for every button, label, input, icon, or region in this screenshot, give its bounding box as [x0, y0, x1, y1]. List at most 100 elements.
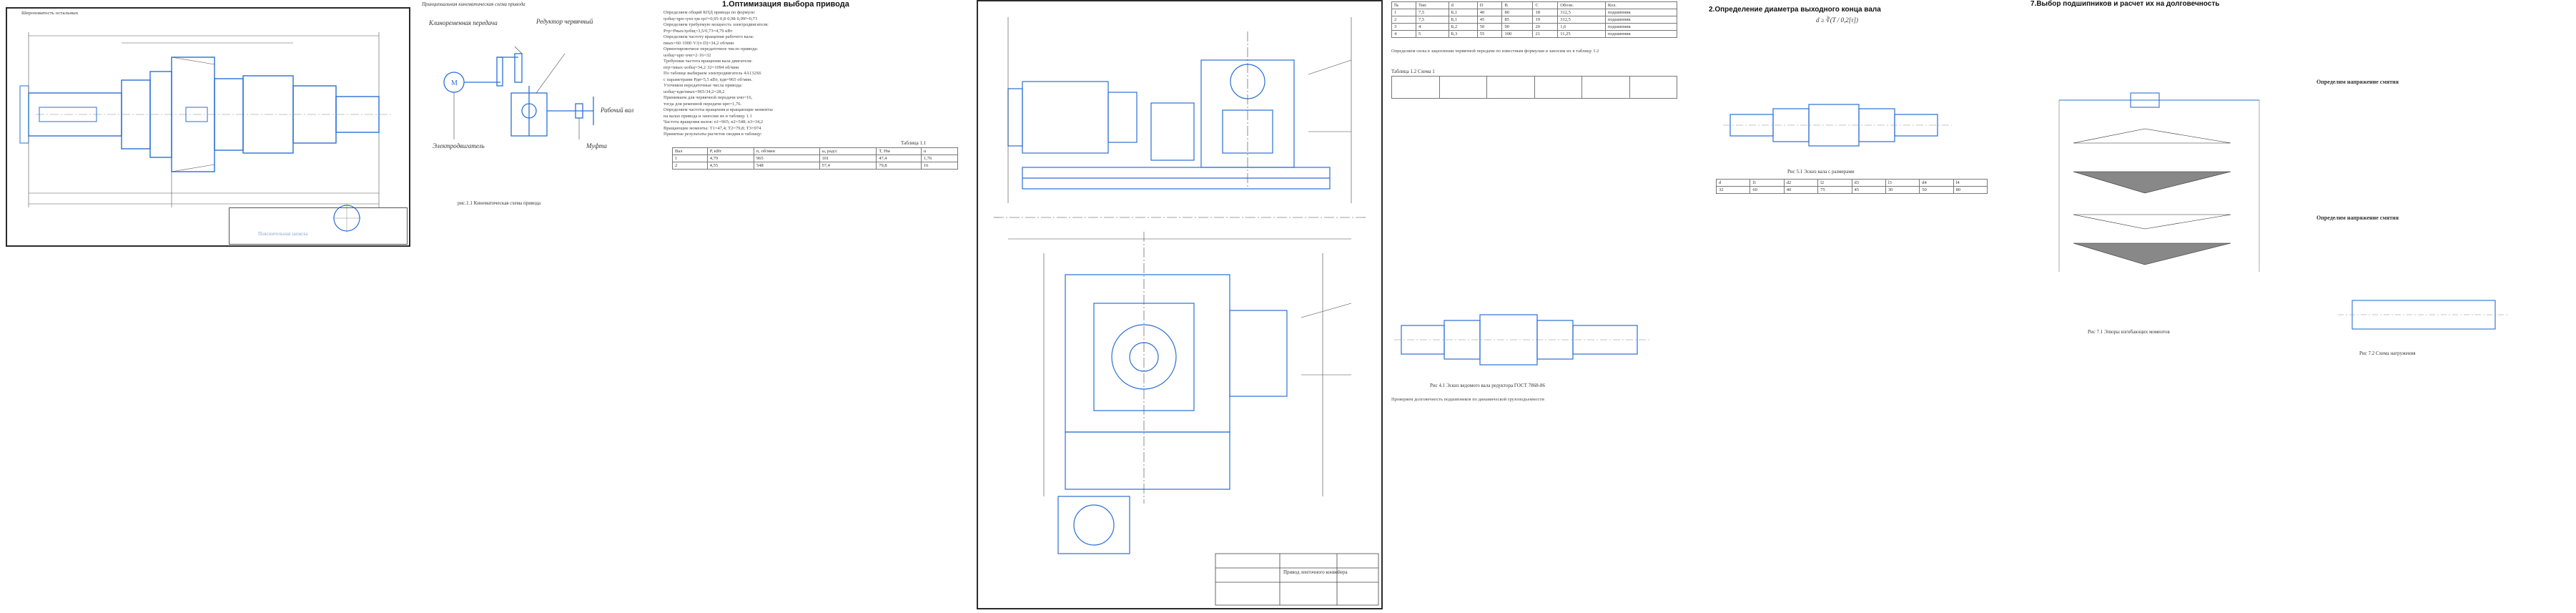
table-cell: подшипник — [1604, 23, 1678, 31]
doc3-line: Определяем частоты вращения и вращающие … — [663, 107, 773, 112]
doc3-line: Определяем требуемую мощность электродви… — [663, 22, 769, 27]
table-cell: 4,79 — [706, 155, 754, 162]
table-cell: 32 — [1715, 186, 1751, 194]
table-cell: Б,1 — [1448, 9, 1478, 16]
doc7-caption: Рис 7.1 Эпюры изгибающих моментов — [2088, 329, 2170, 335]
doc3-table: Вал P, кВт n, об/мин ω, рад/с T, Нм u 1 … — [672, 147, 959, 170]
table-cell: подшипник — [1604, 30, 1678, 38]
table-cell: 4 — [1415, 23, 1449, 31]
table-header-cell: Тип — [1415, 1, 1449, 9]
table-row: № Тип d D B C Обозн. Кол. — [1391, 1, 1678, 9]
table-row: 32 60 40 75 45 30 50 80 — [1715, 186, 1988, 194]
table-cell: P, кВт — [706, 147, 754, 155]
table-header-cell: d — [1448, 1, 1478, 9]
table-cell: 101 — [819, 155, 877, 162]
table-cell: Б,2 — [1448, 23, 1478, 31]
table-cell: 1 — [1391, 9, 1416, 16]
doc2-caption: рис.1.1 Кинематическая схема привода — [458, 200, 541, 206]
table-cell — [1629, 76, 1677, 99]
table-row: 3 4 Б,2 50 90 20 1,6 подшипник — [1391, 23, 1678, 31]
table-cell: 85 — [1501, 16, 1534, 24]
table-cell: 1 — [672, 155, 708, 162]
table-cell — [1438, 76, 1487, 99]
table-cell: 60 — [1750, 186, 1785, 194]
table-cell — [1581, 76, 1630, 99]
doc2-label-coupling: Муфта — [586, 142, 607, 149]
doc3-heading: 1.Оптимизация выбора привода — [722, 0, 849, 9]
doc2-label-motor: Электродвигатель — [433, 142, 485, 149]
doc3-line: с параметрами Рдв=5,5 кВт, nдв=965 об/ми… — [663, 77, 753, 82]
doc3-line: Принимаем для червячной передачи uчп=16, — [663, 95, 753, 100]
table-cell: 19 — [1532, 16, 1559, 24]
table-cell: 79,8 — [876, 162, 922, 170]
table-cell: 80 — [1501, 9, 1534, 16]
doc3-body: Определяем общий КПД привода по формуле:… — [663, 10, 971, 138]
doc1-title-block: Пояснительная записка — [229, 207, 408, 245]
table-cell — [1391, 76, 1440, 99]
doc3-line: uобщ=nдв/nвых=965/34,2=28,2 — [663, 89, 725, 94]
doc5-table2-caption: Таблица 1.2 Схема 1 — [1391, 69, 1435, 74]
doc2-header: Принципиальная кинематическая схема прив… — [422, 1, 525, 7]
table-header-cell: d3 — [1851, 179, 1886, 187]
table-cell: 40 — [1783, 186, 1819, 194]
table-cell: n, об/мин — [753, 147, 820, 155]
doc7-section-b: Определим напряжение смятия — [2316, 215, 2399, 221]
table-cell: 5 — [1415, 30, 1449, 38]
table-header-cell: C — [1532, 1, 1559, 9]
table-cell: Вал — [672, 147, 708, 155]
doc7-section-a: Определим напряжение смятия — [2316, 79, 2399, 85]
doc3-table-caption: Таблица 1.1 — [901, 140, 927, 146]
table-header-cell: № — [1391, 1, 1416, 9]
doc4-drawing-label: Привод ленточного конвейера — [1283, 569, 1348, 575]
doc5-shaft-sketch-svg — [1394, 314, 1652, 366]
table-cell: 7,5 — [1415, 9, 1449, 16]
doc7-heading: 7.Выбор подшипников и расчет их на долго… — [2030, 0, 2220, 8]
doc5-para1: Определяем силы в зацеплении червячной п… — [1391, 49, 1599, 54]
table-cell: 1,76 — [920, 155, 959, 162]
doc5-table: № Тип d D B C Обозн. Кол. 1 7,5 Б,1 40 8… — [1391, 1, 1678, 38]
table-cell: 57,4 — [819, 162, 877, 170]
doc3-line: тогда для ременной передачи uрп=1,76. — [663, 101, 742, 107]
table-cell: 18 — [1532, 9, 1559, 16]
table-cell: 47,4 — [876, 155, 922, 162]
doc3-line: nвых=60·1000·V/(π·D)=34,2 об/мин — [663, 40, 734, 46]
table-cell: 2 — [1391, 16, 1416, 24]
table-cell: 7,5 — [1415, 16, 1449, 24]
table-cell: 55 — [1476, 30, 1503, 38]
table-row — [1391, 76, 1677, 99]
table-row: 4 5 Б,3 55 100 21 11,25 подшипник — [1391, 30, 1678, 38]
table-cell: 2 — [672, 162, 708, 170]
doc3-line: Уточняем передаточные числа привода: — [663, 83, 743, 88]
table-cell: 965 — [753, 155, 820, 162]
doc3-line: Частота вращения валов: n1=965; n2=548; … — [663, 119, 764, 124]
table-cell: 312,5 — [1557, 9, 1606, 16]
doc2-label-chain: Клиноременная передача — [429, 19, 498, 26]
doc5-para2: Проверяем долговечность подшипников по д… — [1391, 397, 1544, 402]
doc7-bearings-selection-page: 7.Выбор подшипников и расчет их на долго… — [2016, 0, 2574, 613]
table-cell: 50 — [1476, 23, 1503, 31]
table-header-cell: d — [1715, 179, 1751, 187]
doc3-line: Требуемая частота вращения вала двигател… — [663, 59, 753, 64]
doc6-heading: 2.Определение диаметра выходного конца в… — [1709, 6, 1881, 14]
table-header-cell: d2 — [1783, 179, 1819, 187]
doc3-line: Ориентировочное передаточное число приво… — [663, 46, 759, 52]
doc3-drive-selection-page: 1.Оптимизация выбора привода Определяем … — [658, 0, 972, 613]
table-cell: Б,3 — [1448, 30, 1478, 38]
doc3-line: uобщ=uрп·uчп=2·16=32 — [663, 52, 711, 58]
table-row: 1 4,79 965 101 47,4 1,76 — [672, 155, 959, 162]
table-header-cell: B — [1501, 1, 1534, 9]
table-cell: 11,25 — [1557, 30, 1606, 38]
doc6-table: d l1 d2 l2 d3 l3 d4 l4 32 60 40 75 45 30… — [1715, 179, 1988, 194]
table-row: 2 7,5 Б,1 45 85 19 312,5 подшипник — [1391, 16, 1678, 24]
doc2-label-reducer: Редуктор червячный — [536, 18, 593, 25]
table-cell: 1,6 — [1557, 23, 1606, 31]
table-header-cell: l4 — [1953, 179, 1988, 187]
doc3-line: Вращающие моменты: T1=47,4; T2=79,8; T3=… — [663, 125, 761, 131]
doc5-caption: Рис 4.1 Эскиз ведомого вала редуктора ГО… — [1430, 383, 1545, 388]
table-row: d l1 d2 l2 d3 l3 d4 l4 — [1715, 179, 1988, 187]
table-cell: 16 — [920, 162, 959, 170]
doc7-moment-diagram-svg — [2058, 92, 2260, 272]
doc3-line: Определяем общий КПД привода по формуле: — [663, 10, 756, 15]
svg-text:M: M — [451, 79, 458, 87]
doc7-caption2: Рис 7.2 Схема нагружения — [2359, 350, 2416, 356]
